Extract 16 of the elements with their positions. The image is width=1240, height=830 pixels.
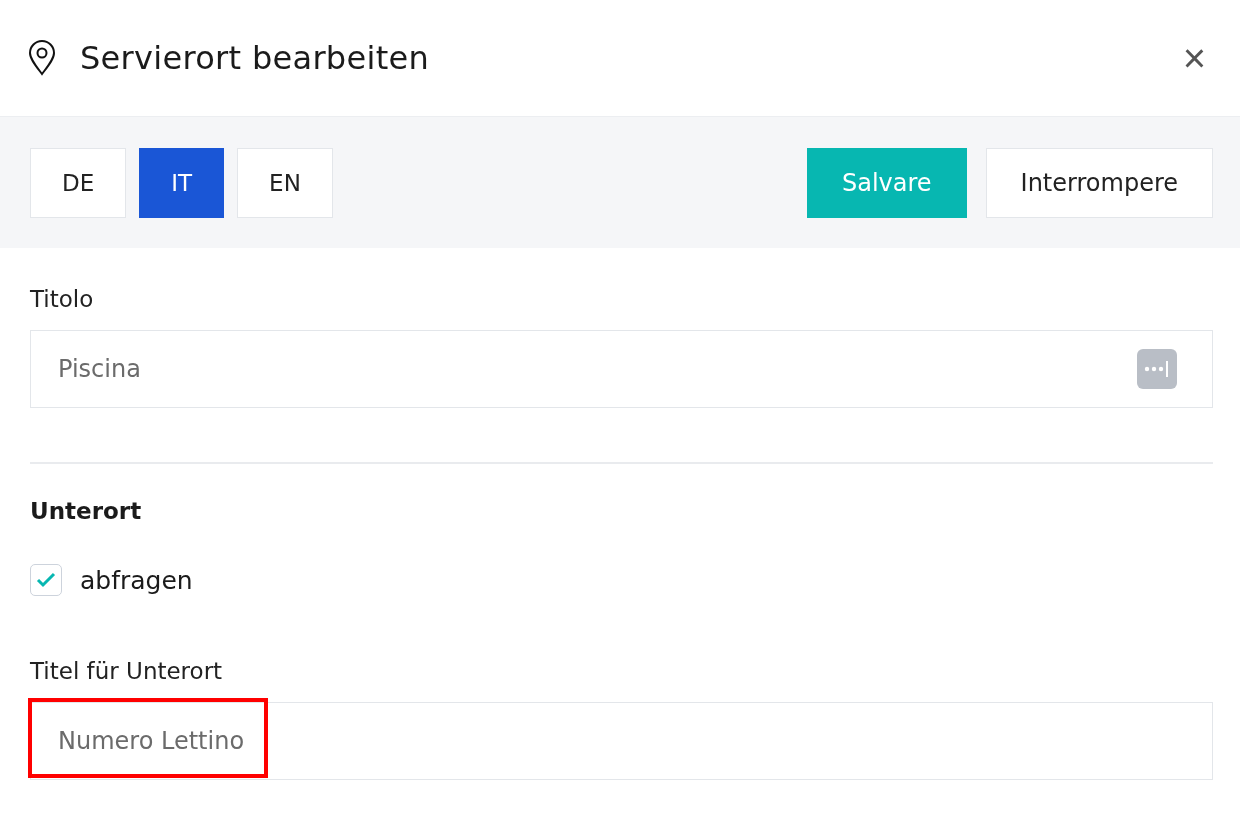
language-tab[interactable]: EN <box>237 147 333 218</box>
checkbox-label: abfragen <box>80 565 193 595</box>
password-dots-icon[interactable] <box>1137 349 1177 389</box>
field-label: Titolo <box>30 286 95 312</box>
check-icon <box>36 572 56 588</box>
subplace-title-field[interactable]: Numero Lettino <box>30 702 1213 780</box>
field-label: Titel für Unterort <box>30 658 224 684</box>
section-heading: Unterort <box>30 498 143 524</box>
dialog-title: Servierort bearbeiten <box>80 39 431 77</box>
location-pin-icon <box>28 40 56 76</box>
title-field[interactable]: Piscina <box>30 330 1213 408</box>
language-tab[interactable]: IT <box>139 147 225 218</box>
close-button[interactable]: × <box>1178 38 1210 78</box>
cancel-button[interactable]: Interrompere <box>985 147 1213 218</box>
language-tab[interactable]: DE <box>30 147 127 218</box>
checkbox[interactable] <box>30 564 62 596</box>
